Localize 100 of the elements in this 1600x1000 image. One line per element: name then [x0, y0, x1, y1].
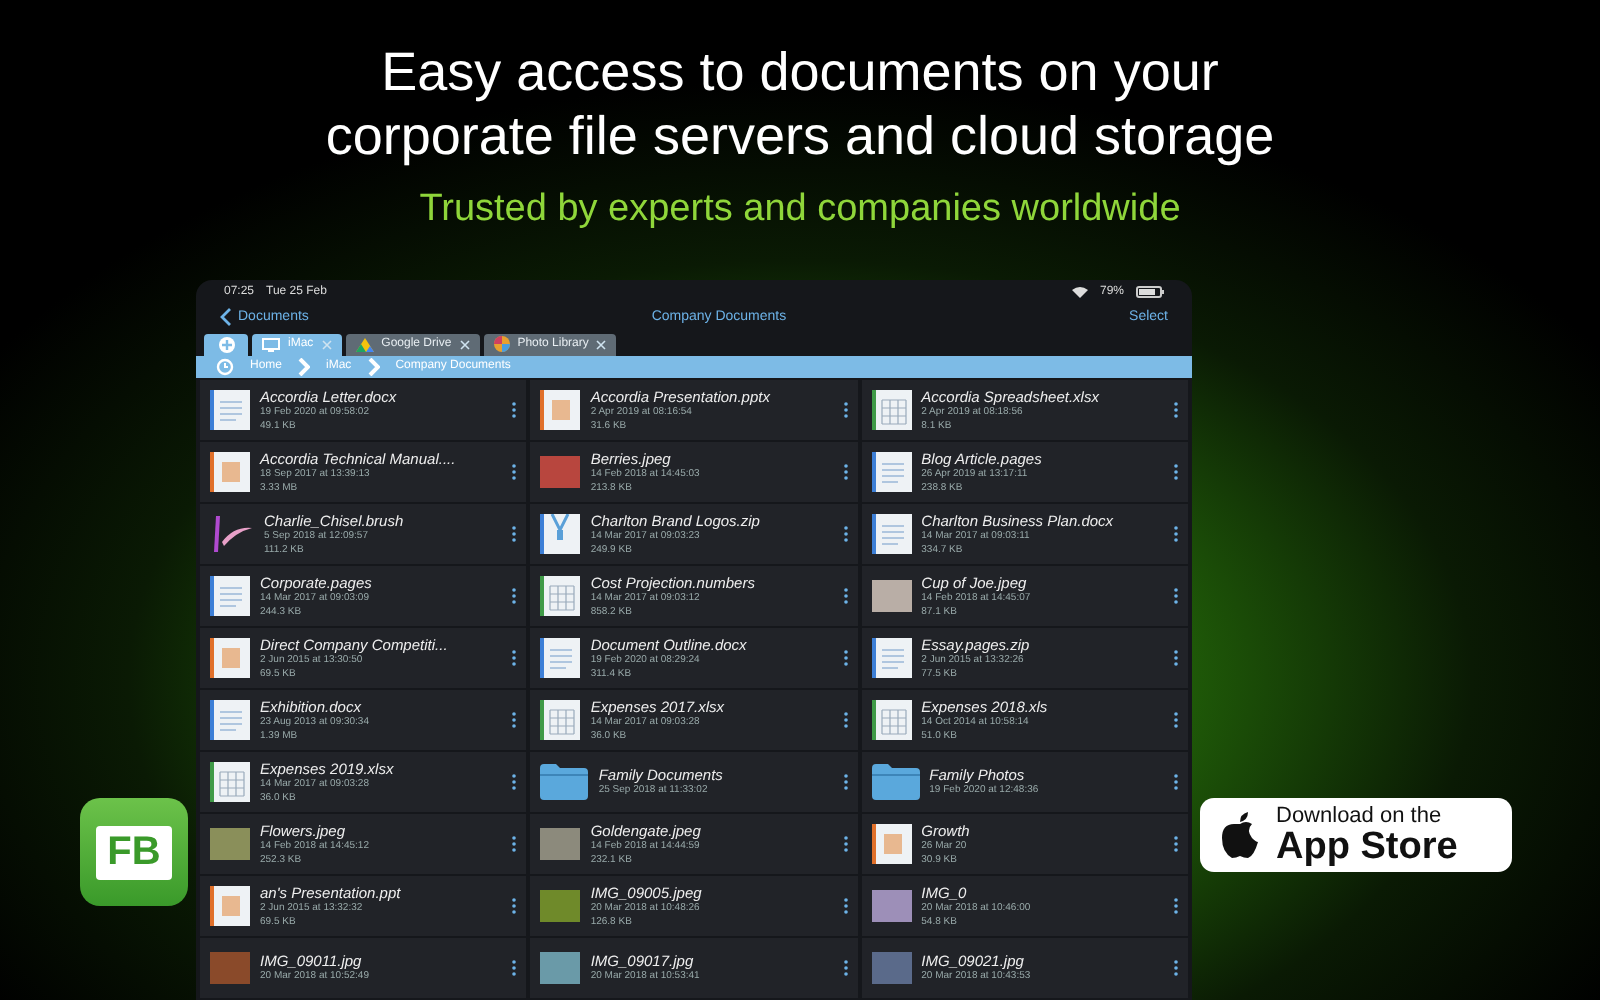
close-icon	[459, 339, 470, 350]
more-button[interactable]	[1169, 836, 1182, 853]
pinwheel-icon	[493, 336, 510, 353]
more-button[interactable]	[839, 464, 852, 481]
more-button[interactable]	[508, 960, 521, 977]
more-icon	[843, 960, 848, 977]
more-icon	[1173, 588, 1178, 605]
presentation-icon	[210, 638, 250, 679]
presentation-icon	[210, 886, 250, 927]
more-button[interactable]	[1169, 402, 1182, 419]
app-store-badge[interactable]: Download on the App Store	[1200, 798, 1512, 872]
close-icon	[596, 339, 607, 350]
more-button[interactable]	[508, 402, 521, 419]
more-icon	[1173, 526, 1178, 543]
headline: Easy access to documents on your	[381, 40, 1219, 104]
folder-icon	[871, 764, 920, 801]
more-icon	[843, 526, 848, 543]
more-icon	[512, 960, 517, 977]
more-icon	[1173, 836, 1178, 853]
more-icon	[1173, 774, 1178, 791]
triangle-icon	[355, 337, 374, 352]
chevron-left-icon	[220, 308, 232, 327]
more-button[interactable]	[839, 836, 852, 853]
more-button[interactable]	[839, 402, 852, 419]
more-button[interactable]	[1169, 898, 1182, 915]
more-button[interactable]	[508, 464, 521, 481]
close-icon	[321, 339, 332, 350]
more-button[interactable]	[839, 526, 852, 543]
app-logo: FB	[80, 798, 188, 906]
more-button[interactable]	[508, 898, 521, 915]
more-button[interactable]	[1169, 712, 1182, 729]
presentation-icon	[540, 390, 581, 431]
more-icon	[843, 650, 848, 667]
more-icon	[1173, 650, 1178, 667]
more-button[interactable]	[508, 588, 521, 605]
spreadsheet-icon	[540, 576, 581, 617]
more-icon	[1173, 712, 1178, 729]
headline: corporate file servers and cloud storage	[325, 104, 1275, 168]
more-icon	[512, 898, 517, 915]
spreadsheet-icon	[540, 700, 581, 741]
more-button[interactable]	[1169, 774, 1182, 791]
presentation-icon	[210, 452, 250, 493]
more-icon	[512, 712, 517, 729]
more-icon	[512, 650, 517, 667]
chevron-right-icon	[367, 357, 380, 376]
more-icon	[843, 588, 848, 605]
more-icon	[1173, 960, 1178, 977]
zip-file-icon	[540, 514, 581, 555]
spreadsheet-icon	[871, 700, 912, 741]
add-tab-button[interactable]	[204, 333, 248, 356]
more-icon	[1173, 402, 1178, 419]
more-icon	[843, 774, 848, 791]
chevron-right-icon	[298, 357, 311, 376]
document-icon	[871, 638, 912, 679]
more-icon	[843, 836, 848, 853]
document-icon	[871, 514, 912, 555]
more-button[interactable]	[1169, 960, 1182, 977]
more-button[interactable]	[839, 898, 852, 915]
more-icon	[843, 464, 848, 481]
more-icon	[512, 836, 517, 853]
more-button[interactable]	[1169, 464, 1182, 481]
spreadsheet-icon	[210, 762, 250, 803]
brush-stroke-icon	[210, 514, 254, 555]
more-button[interactable]	[508, 774, 521, 791]
more-button[interactable]	[508, 712, 521, 729]
subtitle: Trusted by experts and companies worldwide	[419, 188, 1181, 232]
more-icon	[512, 526, 517, 543]
more-button[interactable]	[839, 774, 852, 791]
wifi-icon	[1071, 285, 1088, 298]
folder-icon	[540, 764, 589, 801]
more-icon	[843, 898, 848, 915]
more-icon	[512, 402, 517, 419]
more-icon	[512, 774, 517, 791]
more-button[interactable]	[508, 650, 521, 667]
spreadsheet-icon	[871, 390, 912, 431]
history-icon	[216, 357, 234, 376]
document-icon	[210, 576, 250, 617]
more-button[interactable]	[839, 588, 852, 605]
more-button[interactable]	[839, 960, 852, 977]
more-icon	[1173, 898, 1178, 915]
more-button[interactable]	[1169, 588, 1182, 605]
document-icon	[210, 390, 250, 431]
more-button[interactable]	[1169, 650, 1182, 667]
more-button[interactable]	[508, 526, 521, 543]
more-button[interactable]	[839, 650, 852, 667]
more-button[interactable]	[508, 836, 521, 853]
more-icon	[512, 464, 517, 481]
monitor-icon	[262, 337, 280, 352]
apple-icon	[1220, 811, 1260, 859]
more-icon	[1173, 464, 1178, 481]
more-button[interactable]	[1169, 526, 1182, 543]
document-icon	[540, 638, 581, 679]
document-icon	[210, 700, 250, 741]
more-icon	[843, 712, 848, 729]
more-button[interactable]	[839, 712, 852, 729]
badge-title: App Store	[1276, 827, 1458, 865]
more-icon	[512, 588, 517, 605]
badge-caption: Download on the	[1276, 805, 1444, 827]
battery-icon	[1136, 285, 1164, 298]
presentation-icon	[871, 824, 912, 865]
